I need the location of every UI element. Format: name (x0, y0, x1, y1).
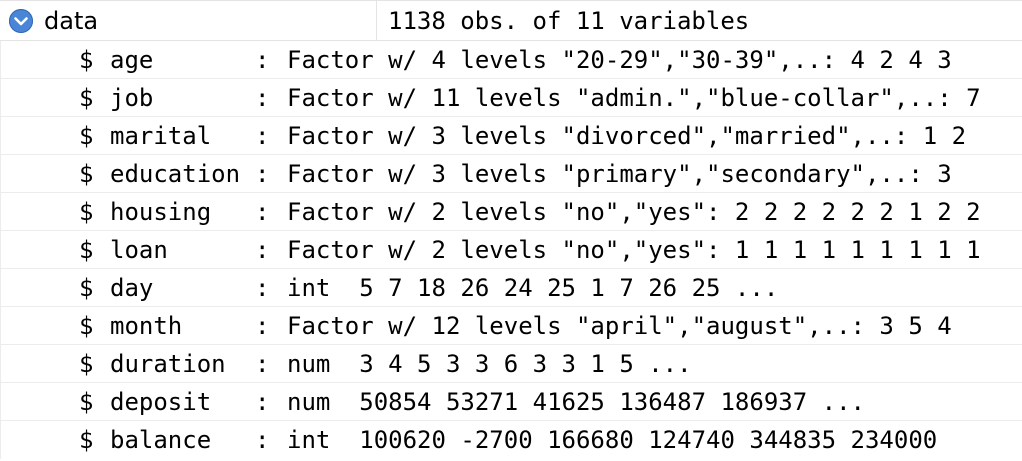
variable-info: Factor w/ 2 levels "no","yes": 1 1 1 1 1… (287, 236, 981, 264)
dollar-sign: $ (79, 312, 94, 340)
variable-name: marital (110, 122, 212, 150)
variable-row-loan: $ loan : Factor w/ 2 levels "no","yes": … (0, 231, 1022, 269)
colon-separator: : (255, 46, 270, 74)
row-gutter (0, 345, 1, 382)
variable-row-education: $ education : Factor w/ 3 levels "primar… (0, 155, 1022, 193)
dollar-sign: $ (79, 350, 94, 378)
variable-info: Factor w/ 2 levels "no","yes": 2 2 2 2 2… (287, 198, 981, 226)
dollar-sign: $ (79, 388, 94, 416)
colon-separator: : (255, 84, 270, 112)
row-gutter (0, 231, 1, 268)
row-gutter (0, 269, 1, 306)
colon-separator: : (255, 388, 270, 416)
variable-row-deposit: $ deposit : num 50854 53271 41625 136487… (0, 383, 1022, 421)
variable-name: loan (110, 236, 168, 264)
variable-info: int 5 7 18 26 24 25 1 7 26 25 ... (287, 274, 779, 302)
variable-name: education (110, 160, 241, 188)
object-summary: 1138 obs. of 11 variables (388, 7, 750, 35)
variable-row-age: $ age : Factor w/ 4 levels "20-29","30-3… (0, 41, 1022, 79)
row-gutter (0, 307, 1, 344)
colon-separator: : (255, 236, 270, 264)
colon-separator: : (255, 160, 270, 188)
variable-name: month (110, 312, 183, 340)
variable-info: num 50854 53271 41625 136487 186937 ... (287, 388, 865, 416)
variable-row-housing: $ housing : Factor w/ 2 levels "no","yes… (0, 193, 1022, 231)
variable-row-job: $ job : Factor w/ 11 levels "admin.","bl… (0, 79, 1022, 117)
object-header-row[interactable]: data 1138 obs. of 11 variables (0, 1, 1022, 41)
variable-name: day (110, 274, 154, 302)
environment-object-panel: data 1138 obs. of 11 variables $ age : F… (0, 0, 1022, 461)
variable-info: Factor w/ 3 levels "primary","secondary"… (287, 160, 952, 188)
variable-name: deposit (110, 388, 212, 416)
colon-separator: : (255, 350, 270, 378)
column-divider (376, 1, 377, 41)
row-gutter (0, 421, 1, 459)
colon-separator: : (255, 198, 270, 226)
row-gutter (0, 193, 1, 230)
row-gutter (0, 117, 1, 154)
variable-info: Factor w/ 11 levels "admin.","blue-colla… (287, 84, 981, 112)
variable-info: Factor w/ 4 levels "20-29","30-39",..: 4… (287, 46, 952, 74)
dollar-sign: $ (79, 236, 94, 264)
dollar-sign: $ (79, 274, 94, 302)
object-name[interactable]: data (44, 1, 98, 41)
variable-name: housing (110, 198, 212, 226)
row-gutter (0, 79, 1, 116)
chevron-down-circle-icon[interactable] (9, 9, 33, 33)
variable-info: int 100620 -2700 166680 124740 344835 23… (287, 426, 938, 454)
variable-info: Factor w/ 3 levels "divorced","married",… (287, 122, 967, 150)
variable-name: balance (110, 426, 212, 454)
variable-info: num 3 4 5 3 3 6 3 3 1 5 ... (287, 350, 692, 378)
colon-separator: : (255, 312, 270, 340)
dollar-sign: $ (79, 46, 94, 74)
variable-name: job (110, 84, 154, 112)
dollar-sign: $ (79, 426, 94, 454)
variable-row-day: $ day : int 5 7 18 26 24 25 1 7 26 25 ..… (0, 269, 1022, 307)
variable-list: $ age : Factor w/ 4 levels "20-29","30-3… (0, 41, 1022, 459)
colon-separator: : (255, 274, 270, 302)
row-gutter (0, 383, 1, 420)
variable-row-marital: $ marital : Factor w/ 3 levels "divorced… (0, 117, 1022, 155)
colon-separator: : (255, 122, 270, 150)
variable-row-balance: $ balance : int 100620 -2700 166680 1247… (0, 421, 1022, 459)
variable-row-month: $ month : Factor w/ 12 levels "april","a… (0, 307, 1022, 345)
row-gutter (0, 41, 1, 78)
dollar-sign: $ (79, 160, 94, 188)
colon-separator: : (255, 426, 270, 454)
variable-name: duration (110, 350, 226, 378)
dollar-sign: $ (79, 122, 94, 150)
row-gutter (0, 155, 1, 192)
variable-info: Factor w/ 12 levels "april","august",..:… (287, 312, 952, 340)
dollar-sign: $ (79, 198, 94, 226)
variable-name: age (110, 46, 154, 74)
variable-row-duration: $ duration : num 3 4 5 3 3 6 3 3 1 5 ... (0, 345, 1022, 383)
dollar-sign: $ (79, 84, 94, 112)
